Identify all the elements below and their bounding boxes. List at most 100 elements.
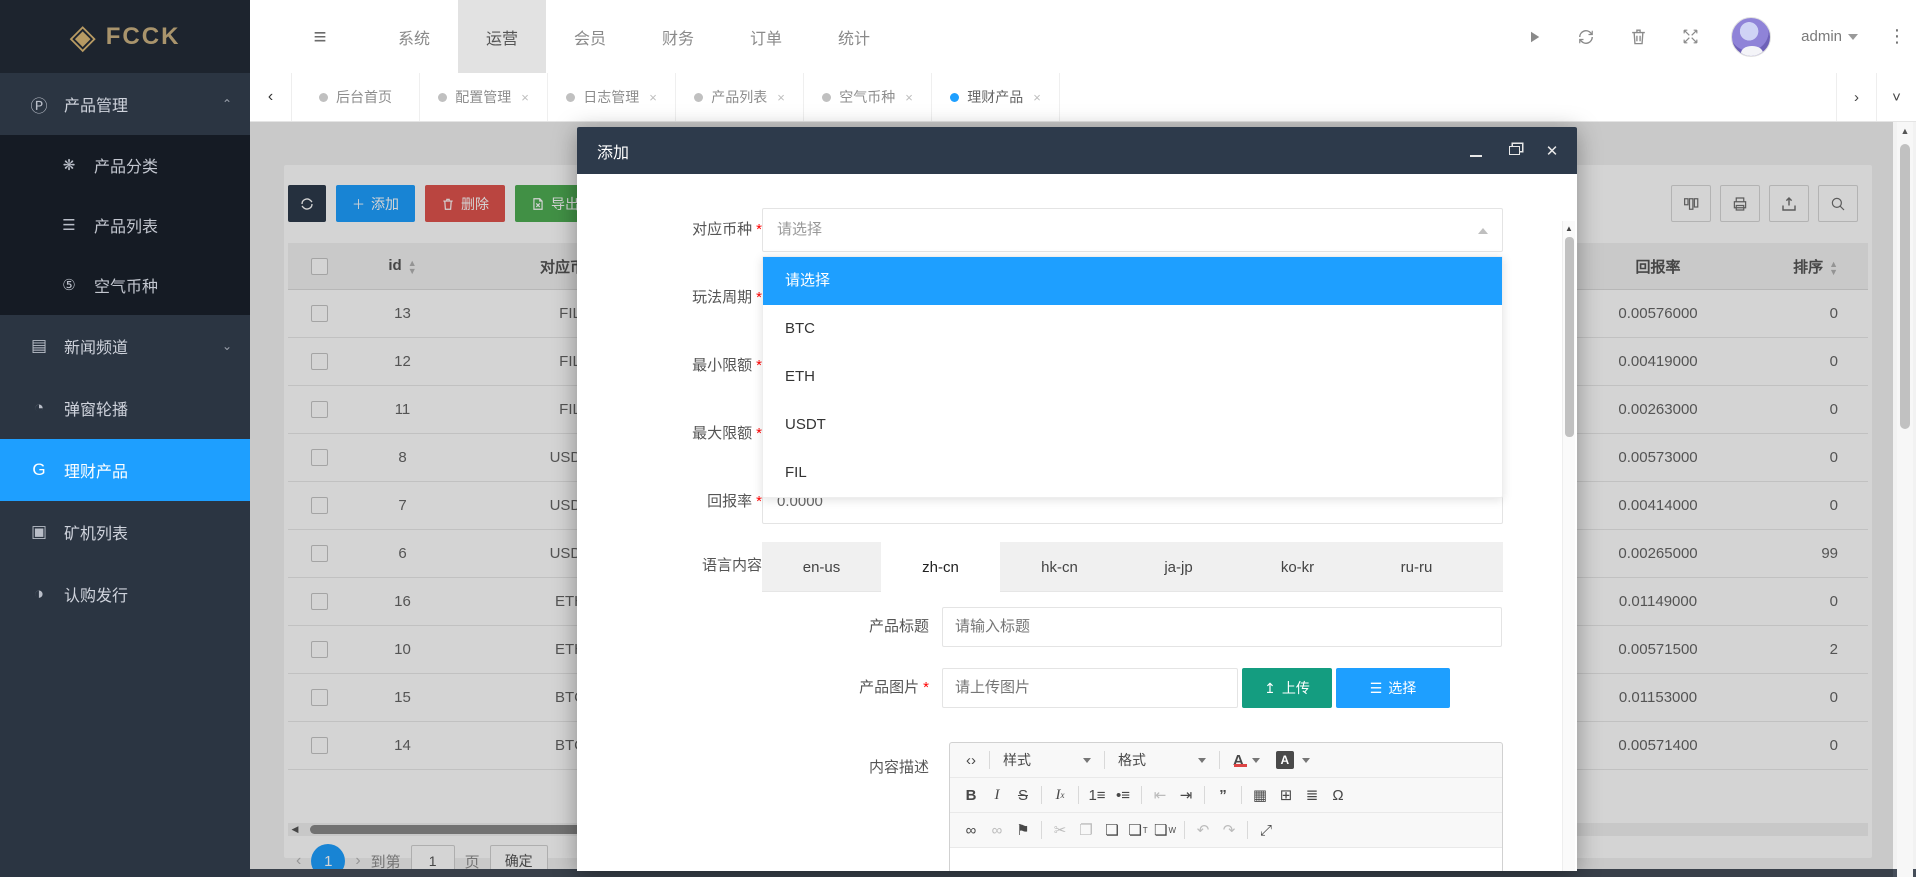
tab-close-icon[interactable]: ×: [777, 90, 785, 105]
tabs-scroll-right-icon[interactable]: ›: [1836, 73, 1876, 121]
tabs-scroll-left-icon[interactable]: ‹: [250, 73, 292, 121]
special-char-button[interactable]: Ω: [1325, 782, 1351, 808]
chevron-up-icon: [1478, 228, 1488, 234]
maximize-button[interactable]: ⤢: [1253, 817, 1279, 843]
unordered-list-button[interactable]: •≡: [1110, 782, 1136, 808]
tab-close-icon[interactable]: ×: [905, 90, 913, 105]
toolbar-separator: [1241, 786, 1242, 804]
avatar[interactable]: [1731, 17, 1771, 57]
tab-label: 理财产品: [967, 87, 1023, 107]
tab-空气币种[interactable]: 空气币种×: [804, 73, 932, 121]
text-color-button[interactable]: A: [1225, 747, 1268, 773]
tab-后台首页[interactable]: 后台首页: [292, 73, 420, 121]
remove-format-button[interactable]: Ix: [1047, 782, 1073, 808]
format-dropdown[interactable]: 格式: [1110, 747, 1214, 773]
dropdown-option-ETH[interactable]: ETH: [763, 353, 1502, 401]
dropdown-option-BTC[interactable]: BTC: [763, 305, 1502, 353]
sidebar-item-空气币种[interactable]: ⑤空气币种: [0, 255, 250, 315]
image-button[interactable]: ▦: [1247, 782, 1273, 808]
content-desc-label: 内容描述: [759, 746, 929, 790]
paste-word-button[interactable]: ❏W: [1151, 817, 1179, 843]
sidebar-item-产品列表[interactable]: ☰产品列表: [0, 195, 250, 255]
scroll-up-arrow-icon[interactable]: ▲: [1897, 126, 1913, 136]
bold-button[interactable]: B: [958, 782, 984, 808]
minimize-icon[interactable]: [1467, 142, 1485, 160]
sidebar-collapse-icon[interactable]: ≡: [300, 0, 340, 73]
tab-产品列表[interactable]: 产品列表 ×: [676, 73, 804, 121]
page-scrollbar[interactable]: ▲: [1897, 122, 1913, 877]
dialog-scrollbar[interactable]: ▲: [1562, 221, 1575, 871]
dialog-header[interactable]: 添加 ✕: [577, 127, 1577, 174]
sidebar-item-产品分类[interactable]: ❋产品分类: [0, 135, 250, 195]
tab-close-icon[interactable]: ×: [649, 90, 657, 105]
paste-text-button[interactable]: ❏T: [1125, 817, 1151, 843]
tab-close-icon[interactable]: ×: [1033, 90, 1041, 105]
play-icon[interactable]: [1523, 26, 1545, 48]
indent-button[interactable]: ⇥: [1173, 782, 1199, 808]
sidebar-item-认购发行[interactable]: ◑认购发行: [0, 563, 250, 625]
lang-tab-ru-ru[interactable]: ru-ru: [1357, 542, 1476, 592]
user-menu[interactable]: admin: [1801, 28, 1858, 45]
anchor-button[interactable]: ⚑: [1010, 817, 1036, 843]
dropdown-option-USDT[interactable]: USDT: [763, 401, 1502, 449]
sidebar-item-弹窗轮播[interactable]: ◔弹窗轮播: [0, 377, 250, 439]
lang-tab-zh-cn[interactable]: zh-cn: [881, 542, 1000, 592]
italic-button[interactable]: I: [984, 782, 1010, 808]
sidebar-item-label: 弹窗轮播: [64, 396, 128, 420]
sidebar-item-理财产品[interactable]: G理财产品: [0, 439, 250, 501]
rich-text-editor: ‹›样式格式AA BISIx1≡•≡⇤⇥”▦⊞≣Ω ∞∞⚑✂❐❏❏T❏W↶↷⤢: [949, 742, 1503, 871]
text-color-button-glyph: A: [1233, 752, 1244, 769]
dialog-scroll-thumb[interactable]: [1565, 237, 1574, 437]
nav-item-统计[interactable]: 统计: [810, 0, 898, 73]
sidebar-item-矿机列表[interactable]: ▣矿机列表: [0, 501, 250, 563]
strikethrough-button[interactable]: S: [1010, 782, 1036, 808]
editor-content-area[interactable]: [950, 848, 1502, 871]
tabs-menu-icon[interactable]: ˅: [1876, 73, 1916, 121]
product-image-field[interactable]: [942, 668, 1238, 708]
tab-label: 产品列表: [711, 87, 767, 107]
lang-tab-ja-jp[interactable]: ja-jp: [1119, 542, 1238, 592]
refresh-icon[interactable]: [1575, 26, 1597, 48]
source-button[interactable]: ‹›: [958, 747, 984, 773]
bg-color-button[interactable]: A: [1268, 747, 1318, 773]
sidebar-item-产品管理[interactable]: Ⓟ产品管理⌃: [0, 73, 250, 135]
trash-icon[interactable]: [1627, 26, 1649, 48]
tab-配置管理[interactable]: 配置管理×: [420, 73, 548, 121]
product-title-field[interactable]: [942, 607, 1502, 647]
nav-item-财务[interactable]: 财务: [634, 0, 722, 73]
page-scroll-thumb[interactable]: [1900, 144, 1910, 429]
dropdown-option-请选择[interactable]: 请选择: [763, 257, 1502, 305]
tab-日志管理[interactable]: 日志管理×: [548, 73, 676, 121]
horizontal-rule-button[interactable]: ≣: [1299, 782, 1325, 808]
dropdown-option-FIL[interactable]: FIL: [763, 449, 1502, 497]
lang-tab-hk-cn[interactable]: hk-cn: [1000, 542, 1119, 592]
sidebar-item-label: 产品列表: [94, 213, 158, 237]
paste-button[interactable]: ❏: [1099, 817, 1125, 843]
styles-dropdown[interactable]: 样式: [995, 747, 1099, 773]
label-text: 最大限额: [692, 425, 752, 442]
tab-close-icon[interactable]: ×: [521, 90, 529, 105]
nav-item-运营[interactable]: 运营: [458, 0, 546, 73]
close-icon[interactable]: ✕: [1543, 142, 1561, 160]
maximize-icon[interactable]: [1505, 142, 1523, 160]
lang-tab-ko-kr[interactable]: ko-kr: [1238, 542, 1357, 592]
product-image-input[interactable]: [955, 669, 1225, 705]
tab-理财产品[interactable]: 理财产品 ×: [932, 73, 1060, 121]
dropdown-label: 格式: [1118, 750, 1146, 770]
ordered-list-button[interactable]: 1≡: [1084, 782, 1110, 808]
fullscreen-icon[interactable]: [1679, 26, 1701, 48]
link-button[interactable]: ∞: [958, 817, 984, 843]
table-button[interactable]: ⊞: [1273, 782, 1299, 808]
choose-button[interactable]: ☰ 选择: [1336, 668, 1450, 708]
nav-item-会员[interactable]: 会员: [546, 0, 634, 73]
sidebar-item-新闻频道[interactable]: ▤新闻频道⌄: [0, 315, 250, 377]
nav-item-订单[interactable]: 订单: [722, 0, 810, 73]
more-menu-icon[interactable]: ⋮: [1888, 26, 1906, 47]
scroll-up-arrow-icon[interactable]: ▲: [1563, 224, 1575, 233]
product-title-input[interactable]: [955, 608, 1489, 644]
blockquote-button[interactable]: ”: [1210, 782, 1236, 808]
upload-button[interactable]: ↥ 上传: [1242, 668, 1332, 708]
lang-tab-en-us[interactable]: en-us: [762, 542, 881, 592]
coin-select[interactable]: 请选择: [762, 208, 1503, 252]
nav-item-系统[interactable]: 系统: [370, 0, 458, 73]
